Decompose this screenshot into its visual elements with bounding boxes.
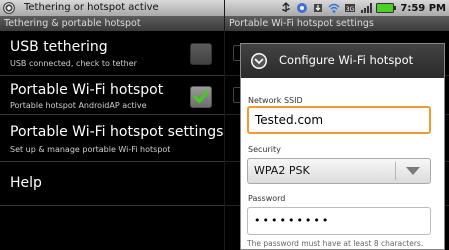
tethering-screen: Tethering or hotspot active Tethering & … <box>0 0 225 250</box>
dialog-header: Configure Wi-Fi hotspot <box>241 44 444 78</box>
status-bar-right: 3G 7:59 PM <box>225 0 449 16</box>
security-label: Security <box>248 145 281 154</box>
network-type-icon: 3G <box>345 4 356 13</box>
security-value: WPA2 PSK <box>254 164 310 177</box>
hotspot-settings-title: Portable Wi-Fi hotspot settings <box>10 124 224 140</box>
hotspot-settings-screen: 3G 7:59 PM Portable Wi-Fi hotspot settin… <box>225 0 449 250</box>
hotspot-settings-subtitle: Set up & manage portable Wi-Fi hotspot <box>10 145 171 154</box>
hotspot-icon <box>3 2 15 14</box>
wifi-hotspot-checkbox[interactable] <box>190 86 212 108</box>
wifi-icon <box>328 3 340 13</box>
usb-tethering-subtitle: USB connected, check to tether <box>10 59 137 68</box>
usb-tethering-item[interactable]: USB tethering USB connected, check to te… <box>0 31 225 76</box>
password-input[interactable]: ••••••••• <box>247 207 431 235</box>
help-item[interactable]: Help <box>0 162 225 206</box>
ssid-input[interactable]: Tested.com <box>247 106 431 134</box>
usb-icon <box>282 2 291 12</box>
password-hint: The password must have at least 8 charac… <box>247 239 424 248</box>
usb-tethering-checkbox[interactable] <box>190 43 212 65</box>
status-icons: 3G 7:59 PM <box>280 0 449 16</box>
hotspot-settings-item[interactable]: Portable Wi-Fi hotspot settings Set up &… <box>0 115 225 162</box>
title-bar-right: Portable Wi-Fi hotspot settings <box>225 16 449 31</box>
password-label: Password <box>248 194 286 203</box>
status-notification-text: Tethering or hotspot active <box>24 2 159 13</box>
download-icon <box>314 4 323 12</box>
hotspot-status-icon <box>297 3 308 13</box>
ssid-label: Network SSID <box>248 96 303 105</box>
wifi-hotspot-title: Portable Wi-Fi hotspot <box>10 82 164 98</box>
wifi-hotspot-item[interactable]: Portable Wi-Fi hotspot Portable hotspot … <box>0 76 225 115</box>
battery-icon <box>376 3 397 13</box>
wifi-hotspot-subtitle: Portable hotspot AndroidAP active <box>10 101 147 110</box>
clock: 7:59 PM <box>400 2 446 14</box>
signal-icon <box>361 3 373 13</box>
title-bar: Tethering & portable hotspot <box>0 16 225 31</box>
dialog-title: Configure Wi-Fi hotspot <box>279 53 414 67</box>
select-separator <box>395 162 396 180</box>
configure-hotspot-dialog: Configure Wi-Fi hotspot Network SSID Tes… <box>240 43 445 250</box>
security-select[interactable]: WPA2 PSK <box>247 158 431 184</box>
help-title: Help <box>10 175 42 191</box>
dialog-menu-icon <box>251 53 267 69</box>
usb-tethering-title: USB tethering <box>10 39 108 55</box>
chevron-down-icon <box>406 167 420 175</box>
svg-text:3G: 3G <box>346 6 355 13</box>
status-bar: Tethering or hotspot active <box>0 0 225 16</box>
checkmark-icon <box>193 90 209 104</box>
